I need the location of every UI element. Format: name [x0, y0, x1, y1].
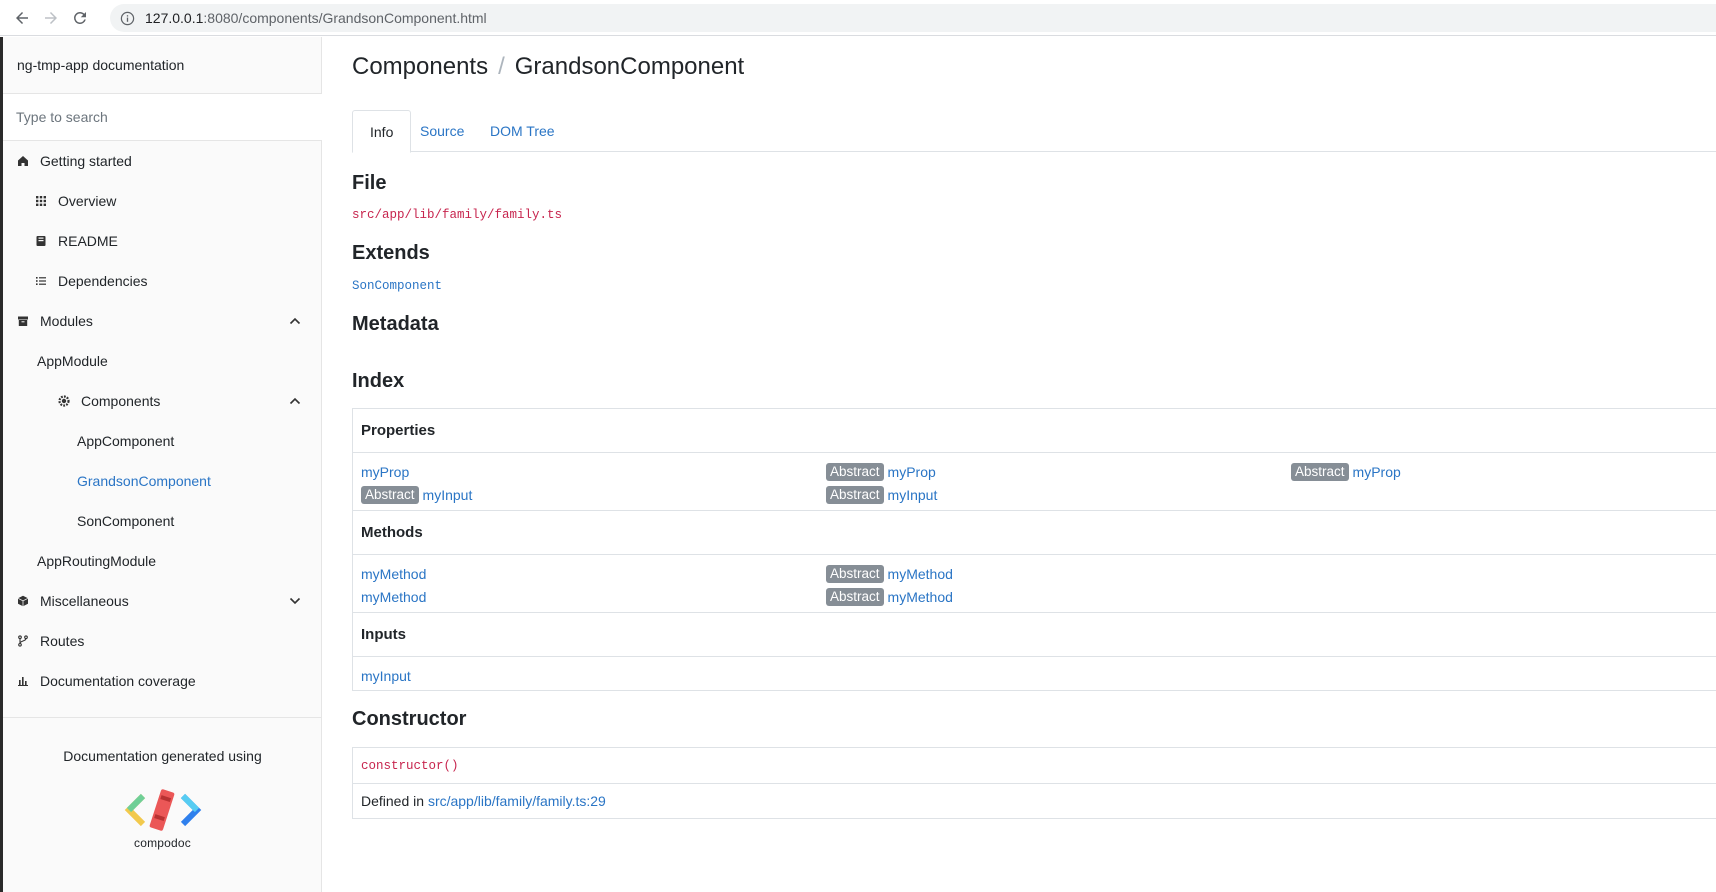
sidebar-item-miscellaneous[interactable]: Miscellaneous: [3, 581, 322, 621]
main-content: Components / GrandsonComponent Info Source…: [352, 37, 1716, 892]
index-table: Properties myProp Abstract myProp Abstrac…: [352, 408, 1716, 691]
archive-icon: [16, 314, 30, 328]
search-box: [3, 93, 322, 141]
home-icon: [16, 154, 30, 168]
file-heading: File: [352, 172, 387, 194]
property-item: myProp: [361, 462, 409, 482]
property-link[interactable]: myProp: [361, 464, 409, 480]
constructor-signature-row: constructor(): [353, 748, 1716, 783]
sidebar-item-grandsoncomponent[interactable]: GrandsonComponent: [3, 461, 322, 501]
forward-arrow-icon[interactable]: [39, 6, 63, 30]
bar-chart-icon: [16, 674, 30, 688]
methods-list: myMethod Abstract myMethod myMethod Abstr…: [353, 555, 1716, 613]
method-link[interactable]: myMethod: [361, 589, 426, 605]
extends-heading: Extends: [352, 242, 430, 264]
sidebar-item-documentation-coverage[interactable]: Documentation coverage: [3, 661, 322, 701]
inputs-list: myInput: [353, 657, 1716, 694]
chevron-up-icon[interactable]: [288, 394, 302, 408]
method-link[interactable]: myMethod: [888, 589, 953, 605]
sidebar-footer: Documentation generated using compodoc: [3, 717, 322, 892]
breadcrumb-current: GrandsonComponent: [514, 53, 745, 80]
sidebar-item-readme[interactable]: README: [3, 221, 322, 261]
sidebar-item-modules[interactable]: Modules: [3, 301, 322, 341]
defined-in-row: Defined in src/app/lib/family/family.ts:…: [353, 783, 1716, 818]
constructor-heading: Constructor: [352, 708, 467, 730]
sidebar-title[interactable]: ng-tmp-app documentation: [17, 57, 184, 73]
sidebar-item-components[interactable]: Components: [3, 381, 322, 421]
methods-header: Methods: [353, 511, 1716, 555]
property-link[interactable]: myInput: [888, 487, 938, 503]
sidebar: ng-tmp-app documentation Getting started…: [0, 37, 322, 892]
input-link[interactable]: myInput: [361, 668, 411, 684]
property-item: Abstract myProp: [1291, 462, 1401, 482]
property-link[interactable]: myProp: [888, 464, 936, 480]
abstract-badge: Abstract: [826, 565, 884, 583]
breadcrumb: Components / GrandsonComponent: [352, 53, 744, 81]
sidebar-item-routes[interactable]: Routes: [3, 621, 322, 661]
constructor-signature: constructor(): [361, 758, 459, 773]
back-arrow-icon[interactable]: [10, 6, 34, 30]
abstract-badge: Abstract: [826, 486, 884, 504]
property-item: Abstract myInput: [361, 485, 472, 505]
reload-icon[interactable]: [68, 6, 92, 30]
info-icon[interactable]: [120, 11, 135, 26]
abstract-badge: Abstract: [826, 463, 884, 481]
breadcrumb-parent: Components: [352, 53, 489, 80]
tab-bar: Info Source DOM Tree: [352, 110, 1716, 153]
method-link[interactable]: myMethod: [888, 566, 953, 582]
cube-icon: [16, 594, 30, 608]
constructor-table: constructor() Defined in src/app/lib/fam…: [352, 747, 1716, 819]
list-icon: [34, 274, 48, 288]
sidebar-menu: Getting started Overview README Dependen…: [3, 141, 322, 701]
code-fork-icon: [16, 634, 30, 648]
property-link[interactable]: myInput: [423, 487, 473, 503]
property-item: Abstract myProp: [826, 462, 936, 482]
index-heading: Index: [352, 370, 405, 392]
url-text: 127.0.0.1:8080/components/GrandsonCompon…: [145, 10, 487, 26]
sidebar-item-appcomponent[interactable]: AppComponent: [3, 421, 322, 461]
defined-in-link[interactable]: src/app/lib/family/family.ts:29: [428, 793, 606, 809]
defined-in-label: Defined in: [361, 793, 425, 809]
sidebar-item-getting-started[interactable]: Getting started: [3, 141, 322, 181]
property-item: Abstract myInput: [826, 485, 937, 505]
sidebar-item-approutingmodule[interactable]: AppRoutingModule: [3, 541, 322, 581]
address-bar[interactable]: 127.0.0.1:8080/components/GrandsonCompon…: [110, 4, 1716, 32]
generated-using-text: Documentation generated using: [63, 748, 262, 764]
abstract-badge: Abstract: [1291, 463, 1349, 481]
properties-list: myProp Abstract myProp Abstract myProp Abs…: [353, 453, 1716, 511]
sidebar-item-dependencies[interactable]: Dependencies: [3, 261, 322, 301]
tab-dom-tree[interactable]: DOM Tree: [473, 110, 572, 152]
breadcrumb-separator: /: [498, 53, 505, 80]
logo-text: compodoc: [134, 836, 191, 850]
metadata-heading: Metadata: [352, 313, 439, 335]
sidebar-item-soncomponent[interactable]: SonComponent: [3, 501, 322, 541]
sidebar-item-overview[interactable]: Overview: [3, 181, 322, 221]
tab-source[interactable]: Source: [403, 110, 481, 152]
abstract-badge: Abstract: [361, 486, 419, 504]
input-item: myInput: [361, 666, 411, 686]
method-item: myMethod: [361, 564, 426, 584]
method-item: myMethod: [361, 587, 426, 607]
file-path: src/app/lib/family/family.ts: [352, 208, 563, 222]
chevron-down-icon[interactable]: [288, 594, 302, 608]
properties-header: Properties: [353, 409, 1716, 453]
method-link[interactable]: myMethod: [361, 566, 426, 582]
method-item: Abstract myMethod: [826, 564, 953, 584]
sidebar-item-appmodule[interactable]: AppModule: [3, 341, 322, 381]
book-icon: [34, 234, 48, 248]
property-link[interactable]: myProp: [1353, 464, 1401, 480]
inputs-header: Inputs: [353, 613, 1716, 657]
extends-link[interactable]: SonComponent: [352, 279, 442, 293]
method-item: Abstract myMethod: [826, 587, 953, 607]
grid-icon: [34, 194, 48, 208]
browser-toolbar: 127.0.0.1:8080/components/GrandsonCompon…: [0, 0, 1716, 36]
search-input[interactable]: [16, 109, 296, 125]
cog-icon: [57, 394, 71, 408]
chevron-up-icon[interactable]: [288, 314, 302, 328]
compodoc-logo[interactable]: [121, 786, 205, 834]
abstract-badge: Abstract: [826, 588, 884, 606]
